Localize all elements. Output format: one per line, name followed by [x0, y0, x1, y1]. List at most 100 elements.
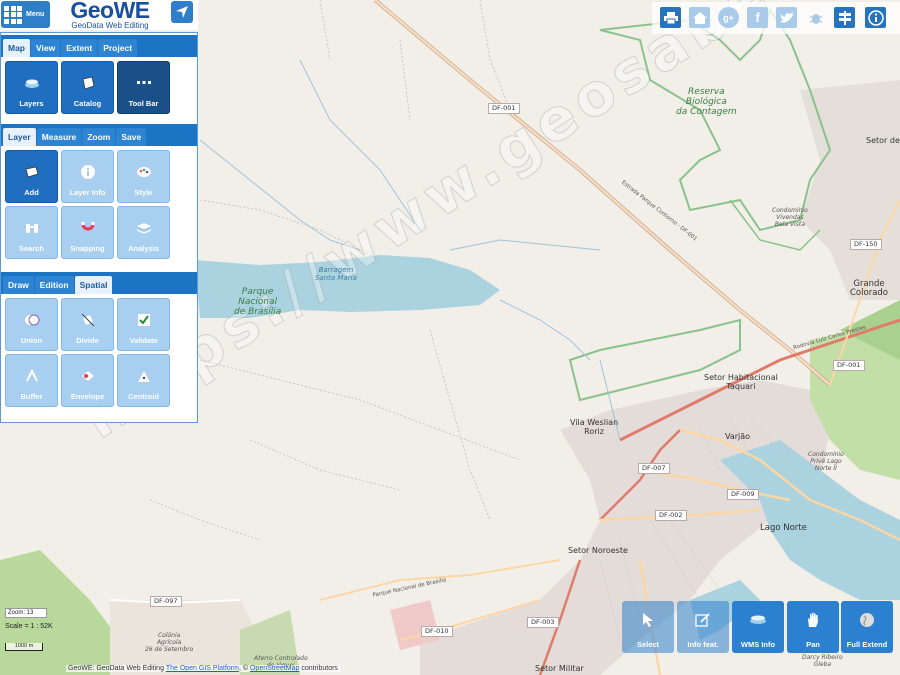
signpost-icon[interactable]	[834, 7, 855, 28]
road-shield: DF-007	[638, 463, 670, 474]
map-label-colonia: Colônia Agrícola 26 de Setembro	[145, 632, 194, 653]
validate-button[interactable]: Validate	[117, 298, 170, 351]
buffer-icon	[23, 367, 41, 385]
layer-info-label: Layer Info	[69, 188, 106, 197]
attribution-separator: , ©	[238, 665, 249, 672]
map-label-darcy: Darcy Ribeiro Gleba	[802, 654, 843, 668]
pan-button[interactable]: Pan	[787, 601, 839, 653]
info-feature-label: Info feat.	[687, 640, 719, 649]
wms-info-button[interactable]: WMS Info	[732, 601, 784, 653]
attribution-prefix: GeoWE: GeoData Web Editing	[68, 665, 164, 672]
tab-measure[interactable]: Measure	[36, 128, 82, 146]
road-shield: DF-150	[850, 239, 882, 250]
bug-icon[interactable]	[805, 7, 826, 28]
layer-info-button[interactable]: Layer Info	[61, 150, 114, 203]
add-button[interactable]: Add	[5, 150, 58, 203]
open-gis-link[interactable]: The Open GIS Platform	[166, 665, 239, 672]
divide-button[interactable]: Divide	[61, 298, 114, 351]
map-label-lago-norte: Lago Norte	[760, 523, 807, 533]
buffer-button[interactable]: Buffer	[5, 354, 58, 407]
draw-tabbar: Draw Edition Spatial	[1, 272, 197, 294]
road-shield: DF-001	[488, 103, 520, 114]
tab-project[interactable]: Project	[98, 39, 138, 57]
map-label-setor-taquari: Setor Habitacional Taquari	[704, 373, 778, 391]
analysis-button[interactable]: Analysis	[117, 206, 170, 259]
select-button[interactable]: Select	[622, 601, 674, 653]
scale-text: Scale = 1 : 52K	[5, 623, 53, 630]
tab-save[interactable]: Save	[116, 128, 147, 146]
info-icon	[79, 163, 97, 181]
envelope-label: Envelope	[70, 392, 105, 401]
binoculars-icon	[23, 219, 41, 237]
full-extend-button[interactable]: Full Extend	[841, 601, 893, 653]
road-shield: DF-097	[150, 596, 182, 607]
road-shield: DF-001	[833, 360, 865, 371]
tab-extent[interactable]: Extent	[61, 39, 98, 57]
analysis-label: Analysis	[128, 244, 159, 253]
app-header: Menu GeoWE GeoData Web Editing	[0, 0, 198, 30]
centroid-icon	[135, 367, 153, 385]
hand-icon	[806, 612, 820, 633]
twitter-icon[interactable]	[776, 7, 797, 28]
wms-info-label: WMS Info	[740, 640, 776, 649]
catalog-label: Catalog	[73, 99, 102, 108]
tab-edition[interactable]: Edition	[34, 276, 74, 294]
tab-layer[interactable]: Layer	[3, 128, 36, 146]
layer-tabbar: Layer Measure Zoom Save	[1, 124, 197, 146]
dots-icon	[135, 74, 153, 92]
toolbar-label: Tool Bar	[128, 99, 159, 108]
style-button[interactable]: Style	[117, 150, 170, 203]
facebook-icon[interactable]: f	[747, 7, 768, 28]
tab-zoom[interactable]: Zoom	[82, 128, 116, 146]
magnet-icon	[79, 219, 97, 237]
cursor-icon	[641, 612, 655, 633]
union-button[interactable]: Union	[5, 298, 58, 351]
app-logo: GeoWE GeoData Web Editing	[60, 0, 160, 30]
map-label-setor-militar: Setor Militar	[535, 664, 584, 673]
map-tabbar: Map View Extent Project	[1, 35, 197, 57]
map-label-varjao: Varjão	[725, 432, 751, 441]
catalog-button[interactable]: Catalog	[61, 61, 114, 114]
printer-icon[interactable]	[660, 7, 681, 28]
layers-icon	[23, 74, 41, 92]
menu-button[interactable]: Menu	[1, 1, 50, 28]
tab-view[interactable]: View	[31, 39, 61, 57]
logo-title: GeoWE	[70, 0, 150, 23]
openstreetmap-link[interactable]: OpenStreetMap	[250, 665, 299, 672]
centroid-button[interactable]: Centroid	[117, 354, 170, 407]
add-layer-icon	[23, 163, 41, 181]
home-icon[interactable]	[689, 7, 710, 28]
divide-label: Divide	[76, 336, 99, 345]
map-label-parque: Parque Nacional de Brasília	[234, 287, 282, 317]
tool-panel: Map View Extent Project Layers Catalog T…	[0, 32, 198, 423]
layers-label: Layers	[19, 99, 44, 108]
centroid-label: Centroid	[128, 392, 159, 401]
envelope-button[interactable]: Envelope	[61, 354, 114, 407]
info-feature-button[interactable]: Info feat.	[677, 601, 729, 653]
map-button-grid: Layers Catalog Tool Bar	[5, 61, 170, 114]
book-icon	[79, 74, 97, 92]
globe-icon	[859, 612, 875, 633]
union-icon	[23, 311, 41, 329]
snapping-button[interactable]: Snapping	[61, 206, 114, 259]
map-label-reserva: Reserva Biológica da Contagem	[676, 87, 737, 117]
info-icon[interactable]	[865, 7, 886, 28]
layers-button[interactable]: Layers	[5, 61, 58, 114]
map-label-grande-colorado: Grande Colorado	[850, 279, 888, 298]
attribution-suffix: contributors	[301, 665, 338, 672]
search-button[interactable]: Search	[5, 206, 58, 259]
road-shield: DF-010	[421, 626, 453, 637]
full-extend-label: Full Extend	[846, 640, 888, 649]
toolbar-button[interactable]: Tool Bar	[117, 61, 170, 114]
palette-icon	[135, 163, 153, 181]
tab-map[interactable]: Map	[3, 39, 30, 57]
tab-draw[interactable]: Draw	[3, 276, 34, 294]
tab-spatial[interactable]: Spatial	[74, 276, 113, 294]
scale-bar: 1000 m	[5, 643, 43, 651]
zoom-level: Zoom: 13	[5, 608, 47, 618]
top-icon-bar: g+ f	[652, 2, 900, 34]
google-plus-icon[interactable]: g+	[718, 7, 739, 28]
locate-button[interactable]	[171, 1, 193, 23]
snapping-label: Snapping	[70, 244, 105, 253]
style-label: Style	[134, 188, 153, 197]
